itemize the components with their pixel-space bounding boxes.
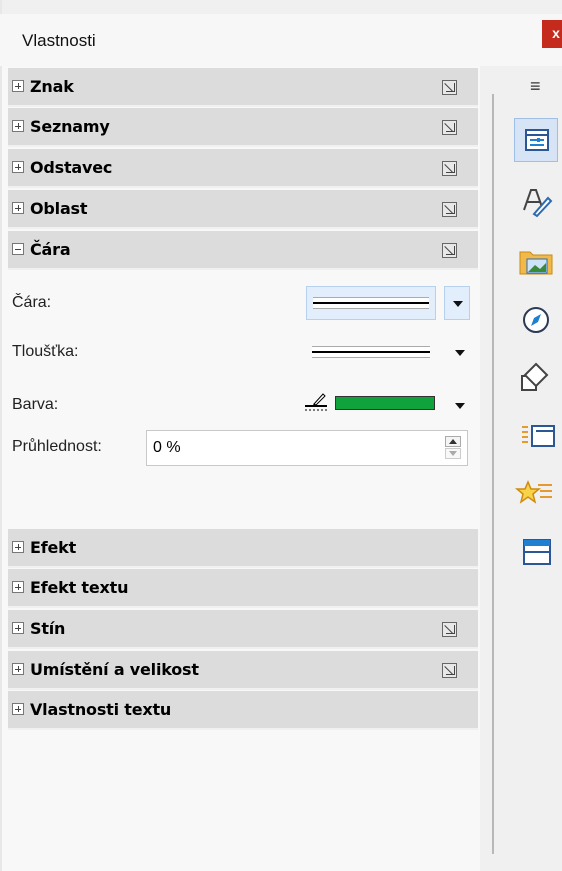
section-title: Znak bbox=[30, 77, 74, 96]
page-tab[interactable] bbox=[514, 414, 558, 458]
tab-bar-scrollbar[interactable] bbox=[492, 94, 494, 854]
expand-icon[interactable] bbox=[12, 120, 24, 132]
shapes-icon bbox=[521, 362, 549, 391]
properties-tab[interactable] bbox=[514, 118, 558, 162]
more-options-icon[interactable] bbox=[442, 80, 457, 95]
section-title: Efekt textu bbox=[30, 578, 129, 597]
spin-down-icon[interactable] bbox=[445, 448, 461, 459]
section-odstavec[interactable]: Odstavec bbox=[8, 149, 478, 188]
section-title: Čára bbox=[30, 240, 71, 259]
expand-icon[interactable] bbox=[12, 703, 24, 715]
close-button[interactable]: x bbox=[542, 20, 562, 48]
expand-icon[interactable] bbox=[12, 161, 24, 173]
style-inspector-icon bbox=[514, 480, 552, 504]
section-seznamy[interactable]: Seznamy bbox=[8, 108, 478, 147]
sidebar-title-bar: Vlastnosti bbox=[0, 14, 562, 66]
chevron-down-icon[interactable] bbox=[451, 397, 469, 415]
chevron-down-icon bbox=[449, 295, 467, 313]
more-options-icon[interactable] bbox=[442, 243, 457, 258]
expand-icon[interactable] bbox=[12, 202, 24, 214]
manage-changes-tab[interactable] bbox=[514, 530, 558, 574]
section-title: Seznamy bbox=[30, 117, 110, 136]
line-style-preview bbox=[313, 297, 429, 309]
sidebar-title: Vlastnosti bbox=[22, 31, 96, 50]
section-title: Efekt bbox=[30, 538, 77, 557]
section-title: Umístění a velikost bbox=[30, 660, 199, 679]
line-color-pen-icon[interactable] bbox=[304, 390, 328, 412]
style-inspector-tab[interactable] bbox=[514, 472, 558, 516]
section-oblast[interactable]: Oblast bbox=[8, 190, 478, 229]
line-width-label: Tloušťka: bbox=[12, 343, 79, 360]
section-title: Odstavec bbox=[30, 158, 113, 177]
navigator-tab[interactable] bbox=[514, 298, 558, 342]
more-options-icon[interactable] bbox=[442, 120, 457, 135]
styles-tab[interactable] bbox=[514, 180, 558, 224]
gallery-tab[interactable] bbox=[514, 240, 558, 284]
section-cara[interactable]: Čára bbox=[8, 231, 478, 270]
section-stin[interactable]: Stín bbox=[8, 610, 478, 649]
hamburger-icon[interactable]: ≡ bbox=[530, 76, 541, 97]
more-options-icon[interactable] bbox=[442, 622, 457, 637]
collapse-icon[interactable] bbox=[12, 243, 24, 255]
expand-icon[interactable] bbox=[12, 581, 24, 593]
line-width-preview bbox=[312, 346, 430, 358]
more-options-icon[interactable] bbox=[442, 161, 457, 176]
properties-icon bbox=[525, 129, 549, 151]
transparency-label: Průhlednost: bbox=[12, 438, 102, 455]
expand-icon[interactable] bbox=[12, 541, 24, 553]
section-title: Stín bbox=[30, 619, 66, 638]
section-znak[interactable]: Znak bbox=[8, 68, 478, 107]
chevron-down-icon[interactable] bbox=[451, 344, 469, 362]
page-icon bbox=[522, 425, 555, 447]
section-title: Oblast bbox=[30, 199, 88, 218]
gallery-icon bbox=[519, 251, 553, 275]
more-options-icon[interactable] bbox=[442, 663, 457, 678]
section-umisteni-a-velikost[interactable]: Umístění a velikost bbox=[8, 651, 478, 690]
section-vlastnosti-textu[interactable]: Vlastnosti textu bbox=[8, 691, 478, 730]
line-style-dropdown[interactable] bbox=[306, 286, 436, 320]
navigator-icon bbox=[523, 307, 549, 333]
transparency-field[interactable]: 0 % bbox=[146, 430, 468, 466]
section-title: Vlastnosti textu bbox=[30, 700, 172, 719]
transparency-value: 0 % bbox=[153, 439, 181, 456]
more-options-icon[interactable] bbox=[442, 202, 457, 217]
expand-icon[interactable] bbox=[12, 622, 24, 634]
spin-up-icon[interactable] bbox=[445, 436, 461, 447]
line-style-label: Čára: bbox=[12, 294, 52, 311]
section-efekt[interactable]: Efekt bbox=[8, 529, 478, 568]
transparency-spinner[interactable] bbox=[445, 436, 461, 460]
styles-icon bbox=[523, 189, 553, 218]
manage-changes-icon bbox=[523, 539, 551, 565]
section-efekt-textu[interactable]: Efekt textu bbox=[8, 569, 478, 608]
line-color-swatch[interactable] bbox=[335, 396, 435, 410]
shapes-tab[interactable] bbox=[514, 356, 558, 400]
expand-icon[interactable] bbox=[12, 663, 24, 675]
expand-icon[interactable] bbox=[12, 80, 24, 92]
line-style-dropdown-button[interactable] bbox=[444, 286, 470, 320]
line-color-label: Barva: bbox=[12, 396, 59, 413]
line-width-dropdown[interactable] bbox=[306, 335, 436, 369]
